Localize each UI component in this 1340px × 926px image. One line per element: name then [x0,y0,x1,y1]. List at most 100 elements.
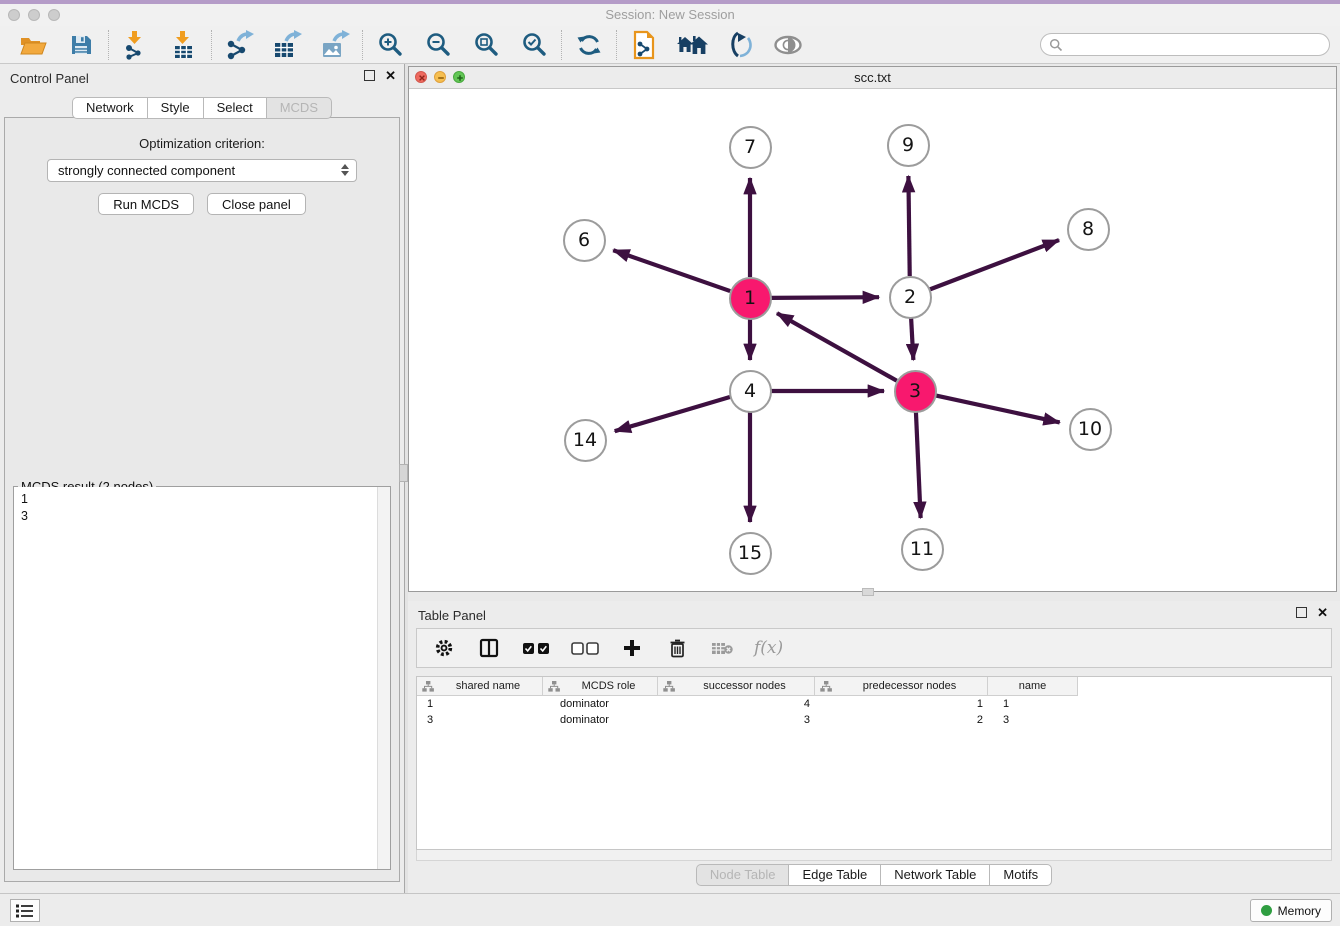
mcds-panel: Optimization criterion: strongly connect… [4,117,400,882]
result-item: 1 [21,491,390,508]
home-networks-icon[interactable] [676,29,708,61]
zoom-in-icon[interactable] [374,29,406,61]
control-panel-float-icon[interactable] [364,70,375,81]
show-column-panel-icon[interactable] [476,635,502,661]
add-column-icon[interactable] [619,635,645,661]
graph-node-1[interactable]: 1 [729,277,772,320]
column-header-mcds-role[interactable]: MCDS role [543,677,658,696]
mcds-result-box: MCDS result (2 nodes) 1 3 [13,486,391,870]
session-title: Session: New Session [0,4,1340,26]
graph-node-14[interactable]: 14 [564,419,607,462]
export-network-icon[interactable] [223,29,255,61]
network-window-titlebar[interactable]: scc.txt [409,67,1336,89]
control-panel: Control Panel ✕ Network Style Select MCD… [0,64,404,893]
graph-node-3[interactable]: 3 [894,370,937,413]
open-session-icon[interactable] [17,29,49,61]
network-close-button[interactable] [415,71,427,83]
network-maximize-button[interactable] [453,71,465,83]
vertical-splitter-handle[interactable] [399,464,408,482]
table-tabs: Node Table Edge Table Network Table Moti… [408,864,1340,886]
edge-3-1[interactable] [777,313,897,380]
save-session-icon[interactable] [65,29,97,61]
node-table: shared name MCDS role successor nodes pr… [416,676,1332,850]
table-panel-float-icon[interactable] [1296,607,1307,618]
function-builder-icon-disabled: f(x) [754,638,783,658]
cybrowser-icon[interactable] [724,29,756,61]
horizontal-splitter-handle[interactable] [862,588,874,596]
edge-1-6[interactable] [613,250,730,291]
zoom-out-icon[interactable] [422,29,454,61]
table-row[interactable]: 1 dominator 4 1 1 [417,696,1331,712]
network-view-window: scc.txt 1 2 3 4 6 7 8 9 10 11 14 15 [408,66,1337,592]
graph-node-11[interactable]: 11 [901,528,944,571]
main-toolbar [0,26,1340,64]
criterion-select[interactable]: strongly connected component [47,159,357,182]
search-field[interactable] [1040,33,1330,56]
graph-node-7[interactable]: 7 [729,126,772,169]
edge-2-8[interactable] [930,240,1059,289]
tab-node-table[interactable]: Node Table [696,864,789,886]
network-file-title: scc.txt [409,67,1336,88]
edge-4-14[interactable] [615,397,730,431]
control-panel-title: Control Panel [10,71,89,86]
zoom-fit-icon[interactable] [470,29,502,61]
tab-style[interactable]: Style [147,97,203,119]
edge-3-11[interactable] [916,412,921,518]
tab-edge-table[interactable]: Edge Table [788,864,880,886]
run-mcds-button[interactable]: Run MCDS [98,193,194,215]
control-panel-close-icon[interactable]: ✕ [385,70,396,81]
zoom-selected-icon[interactable] [518,29,550,61]
close-panel-button[interactable]: Close panel [207,193,306,215]
graph-node-4[interactable]: 4 [729,370,772,413]
tree-icon [663,681,675,692]
edge-1-2[interactable] [771,297,879,298]
graph-node-6[interactable]: 6 [563,219,606,262]
tab-mcds[interactable]: MCDS [266,97,332,119]
tab-network-table[interactable]: Network Table [880,864,989,886]
edge-2-9[interactable] [908,176,909,276]
result-scrollbar[interactable] [377,487,390,869]
tab-motifs[interactable]: Motifs [989,864,1052,886]
export-image-icon[interactable] [319,29,351,61]
window-minimize-button[interactable] [28,9,40,21]
import-table-icon[interactable] [168,29,200,61]
column-header-shared-name[interactable]: shared name [417,677,543,696]
graph-node-9[interactable]: 9 [887,124,930,167]
window-zoom-button[interactable] [48,9,60,21]
eye-icon[interactable] [772,29,804,61]
ndex-document-icon[interactable] [628,29,660,61]
control-panel-tabs: Network Style Select MCDS [0,97,404,119]
table-panel-close-icon[interactable]: ✕ [1317,607,1328,618]
edge-3-10[interactable] [936,395,1060,422]
list-icon [16,904,34,918]
column-header-name[interactable]: name [988,677,1078,696]
graph-node-15[interactable]: 15 [729,532,772,575]
select-all-columns-icon[interactable] [521,635,551,661]
tree-icon [820,681,832,692]
export-table-icon[interactable] [271,29,303,61]
task-history-button[interactable] [10,899,40,922]
refresh-icon[interactable] [573,29,605,61]
edge-2-3[interactable] [911,318,913,360]
tab-select[interactable]: Select [203,97,266,119]
network-canvas[interactable]: 1 2 3 4 6 7 8 9 10 11 14 15 [409,89,1336,591]
table-panel: Table Panel ✕ [408,601,1340,893]
table-settings-gear-icon[interactable] [431,635,457,661]
window-close-button[interactable] [8,9,20,21]
import-network-icon[interactable] [120,29,152,61]
memory-button[interactable]: Memory [1250,899,1332,922]
search-input[interactable] [1068,36,1329,54]
deselect-all-columns-icon[interactable] [570,635,600,661]
graph-node-8[interactable]: 8 [1067,208,1110,251]
network-minimize-button[interactable] [434,71,446,83]
column-header-predecessor-nodes[interactable]: predecessor nodes [815,677,988,696]
table-horizontal-scrollbar[interactable] [416,850,1332,861]
graph-node-10[interactable]: 10 [1069,408,1112,451]
delete-column-icon[interactable] [664,635,690,661]
column-header-successor-nodes[interactable]: successor nodes [658,677,815,696]
tab-network[interactable]: Network [72,97,147,119]
optimization-criterion-label: Optimization criterion: [5,136,399,151]
table-row[interactable]: 3 dominator 3 2 3 [417,712,1331,728]
tree-icon [548,681,560,692]
graph-node-2[interactable]: 2 [889,276,932,319]
